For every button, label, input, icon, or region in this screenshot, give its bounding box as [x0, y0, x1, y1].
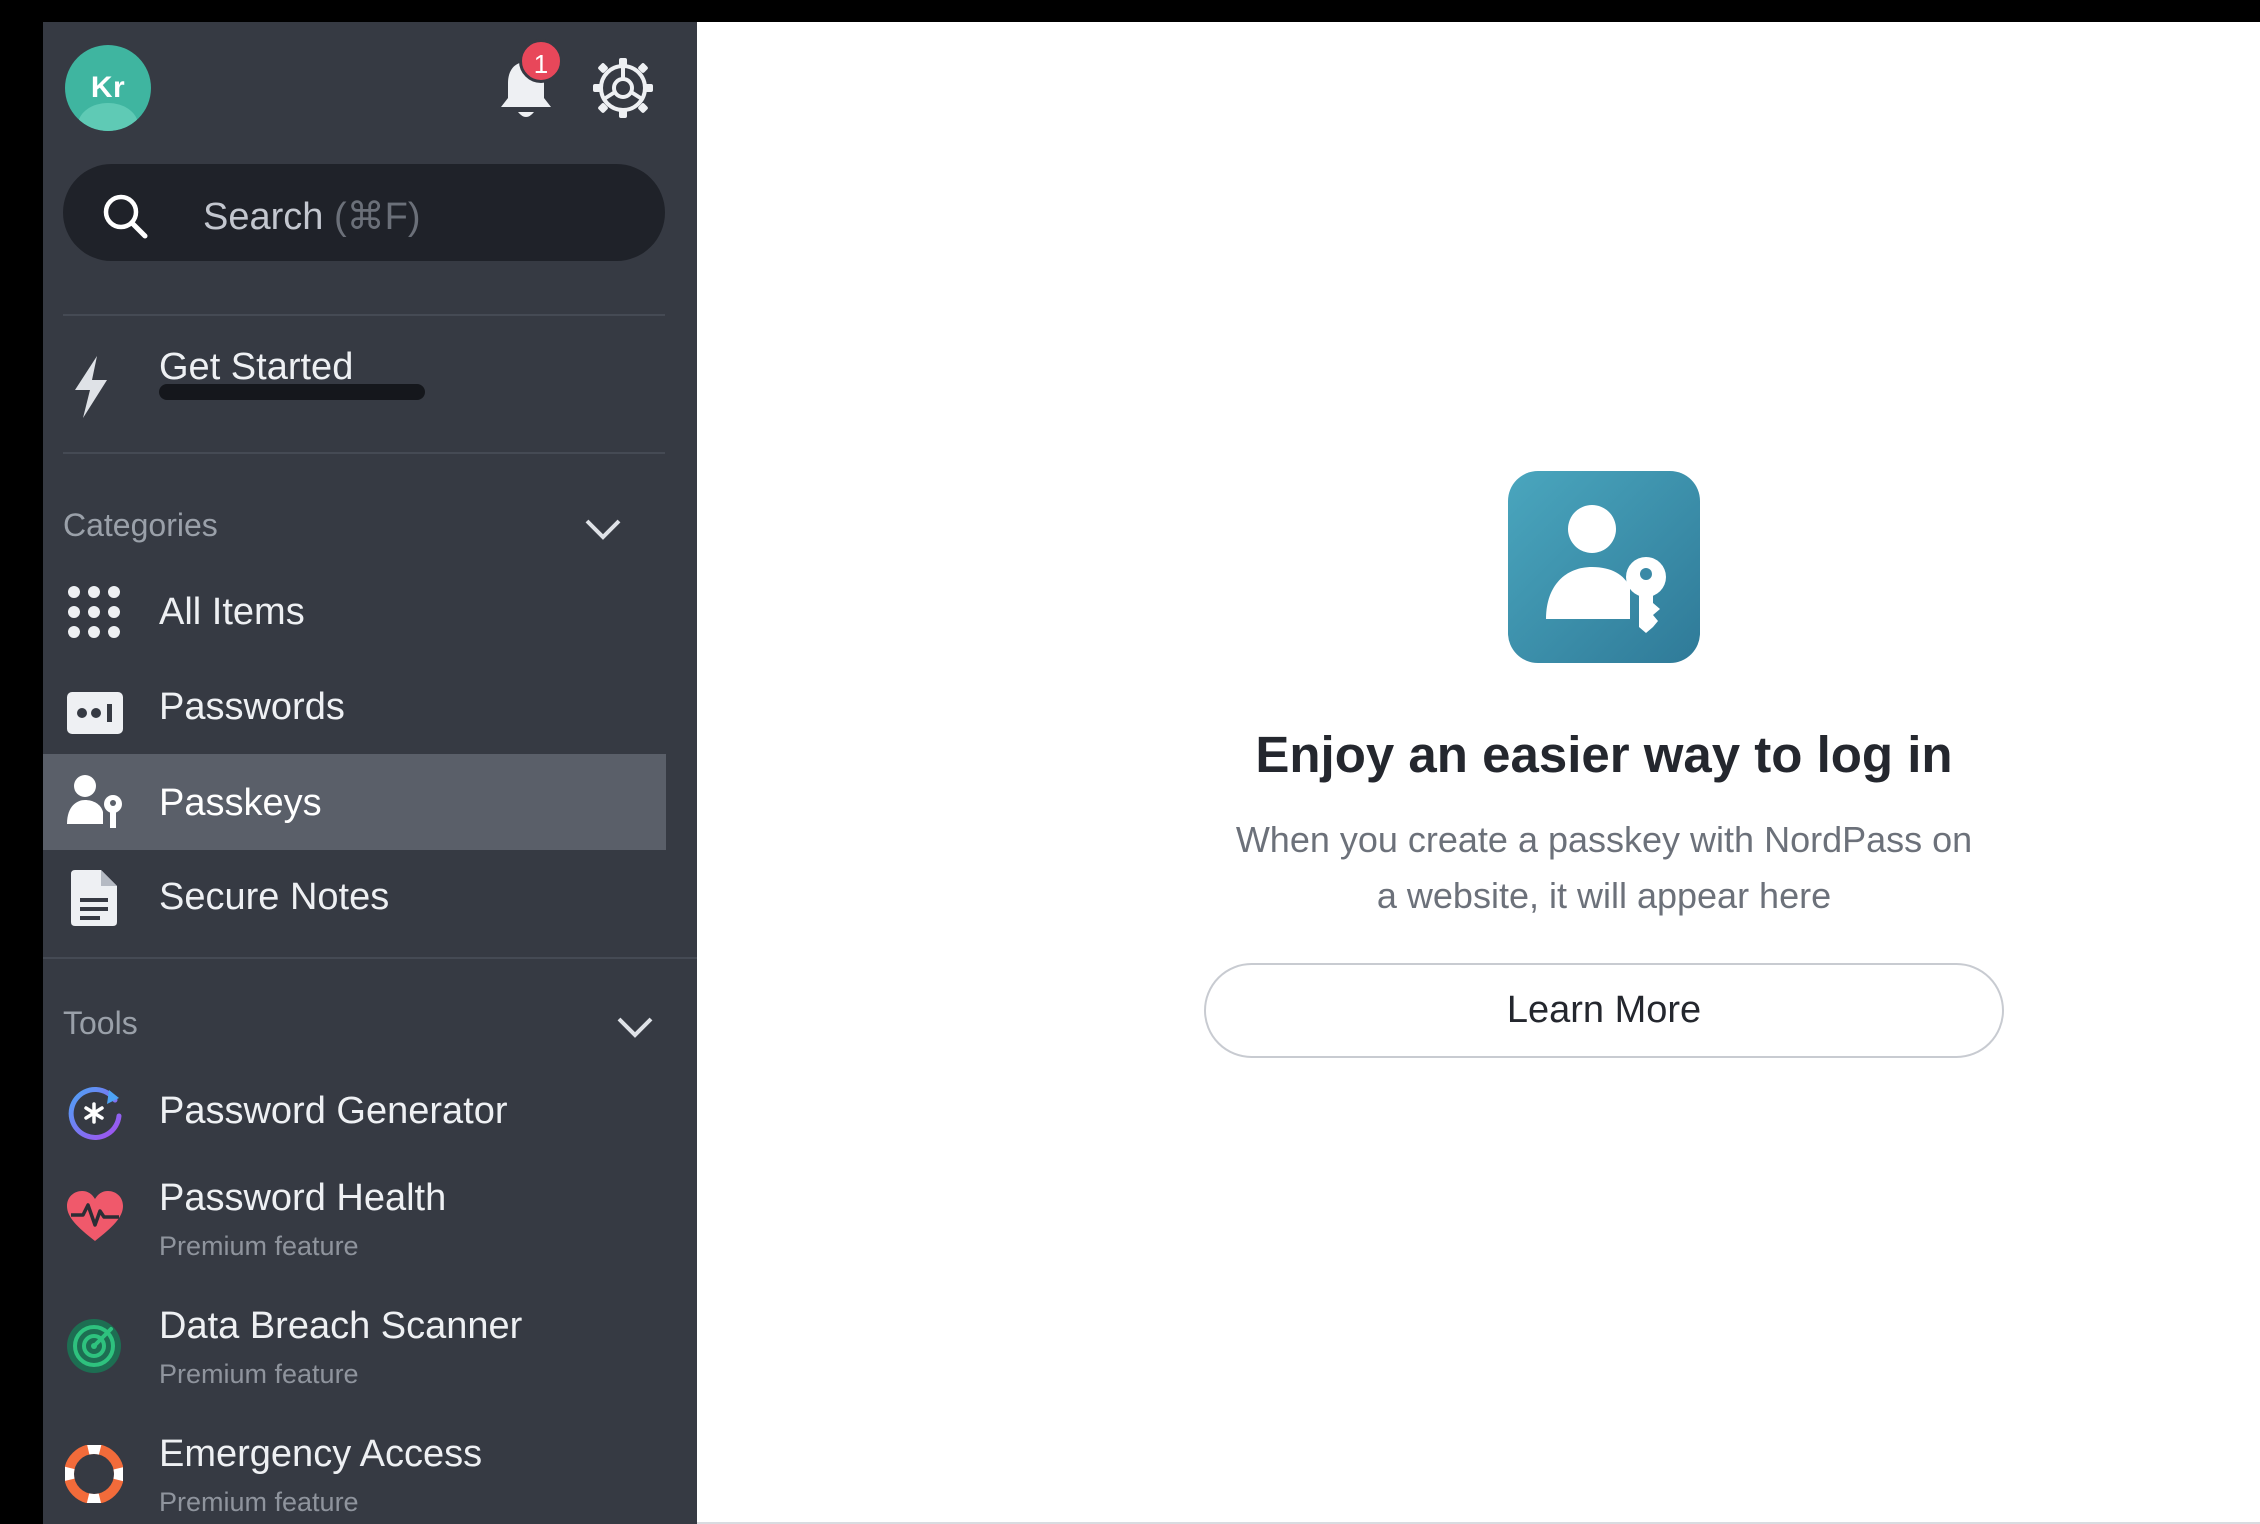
radar-icon: [65, 1317, 123, 1380]
divider: [63, 314, 665, 316]
tool-emergency-access[interactable]: Emergency Access Premium feature: [43, 1423, 666, 1524]
category-passwords[interactable]: Passwords: [43, 670, 666, 765]
category-label: Passkeys: [159, 782, 322, 824]
categories-chevron-down-icon[interactable]: [583, 516, 623, 542]
password-icon: [67, 692, 123, 739]
search-placeholder: Search (⌘F): [203, 196, 421, 238]
tool-label: Data Breach Scanner: [159, 1305, 523, 1347]
category-label: Secure Notes: [159, 876, 390, 918]
category-label: Passwords: [159, 686, 345, 728]
description-line: a website, it will appear here: [1376, 875, 1832, 916]
divider: [63, 452, 665, 454]
main-panel: Enjoy an easier way to log in When you c…: [697, 22, 2260, 1524]
tool-data-breach-scanner[interactable]: Data Breach Scanner Premium feature: [43, 1295, 666, 1423]
category-all-items[interactable]: All Items: [43, 575, 666, 670]
category-passkeys[interactable]: Passkeys: [43, 754, 666, 850]
tool-label: Emergency Access: [159, 1433, 483, 1475]
empty-state-title: Enjoy an easier way to log in: [1255, 726, 1953, 783]
grid-icon: [67, 585, 121, 644]
note-icon: [71, 870, 117, 931]
avatar[interactable]: Kr: [65, 45, 151, 131]
get-started-label: Get Started: [159, 346, 354, 388]
password-generator-icon: [65, 1084, 123, 1147]
tool-label: Password Generator: [159, 1090, 508, 1132]
app-window: Kr 1 Search (⌘F) Get Started Categories …: [43, 22, 2260, 1524]
tool-password-generator[interactable]: Password Generator: [43, 1072, 666, 1167]
premium-feature-label: Premium feature: [159, 1359, 359, 1389]
category-label: All Items: [159, 591, 305, 633]
premium-feature-label: Premium feature: [159, 1487, 359, 1517]
learn-more-button[interactable]: Learn More: [1204, 963, 2004, 1058]
passkey-illustration-icon: [1508, 471, 1700, 663]
get-started-progress: [159, 384, 425, 400]
passkey-icon: [67, 774, 125, 833]
lifebuoy-icon: [64, 1444, 124, 1508]
lightning-icon: [71, 356, 111, 423]
search-icon: [101, 192, 149, 240]
avatar-initials: Kr: [90, 71, 126, 104]
tool-password-health[interactable]: Password Health Premium feature: [43, 1167, 666, 1295]
description-line: When you create a passkey with NordPass …: [1235, 819, 1973, 860]
sidebar: Kr 1 Search (⌘F) Get Started Categories …: [43, 22, 697, 1524]
tools-chevron-down-icon[interactable]: [615, 1014, 655, 1040]
categories-title: Categories: [63, 507, 218, 543]
search-shortcut: (⌘F): [333, 196, 421, 238]
premium-feature-label: Premium feature: [159, 1231, 359, 1261]
empty-state-description: When you create a passkey with NordPass …: [1197, 812, 2011, 924]
settings-gear-icon[interactable]: [591, 56, 655, 120]
heart-pulse-icon: [67, 1191, 123, 1248]
divider: [43, 957, 697, 959]
tools-title: Tools: [63, 1005, 138, 1041]
tool-label: Password Health: [159, 1177, 447, 1219]
notification-badge: 1: [519, 39, 563, 83]
category-secure-notes[interactable]: Secure Notes: [43, 852, 666, 947]
search-input[interactable]: Search (⌘F): [63, 164, 665, 261]
